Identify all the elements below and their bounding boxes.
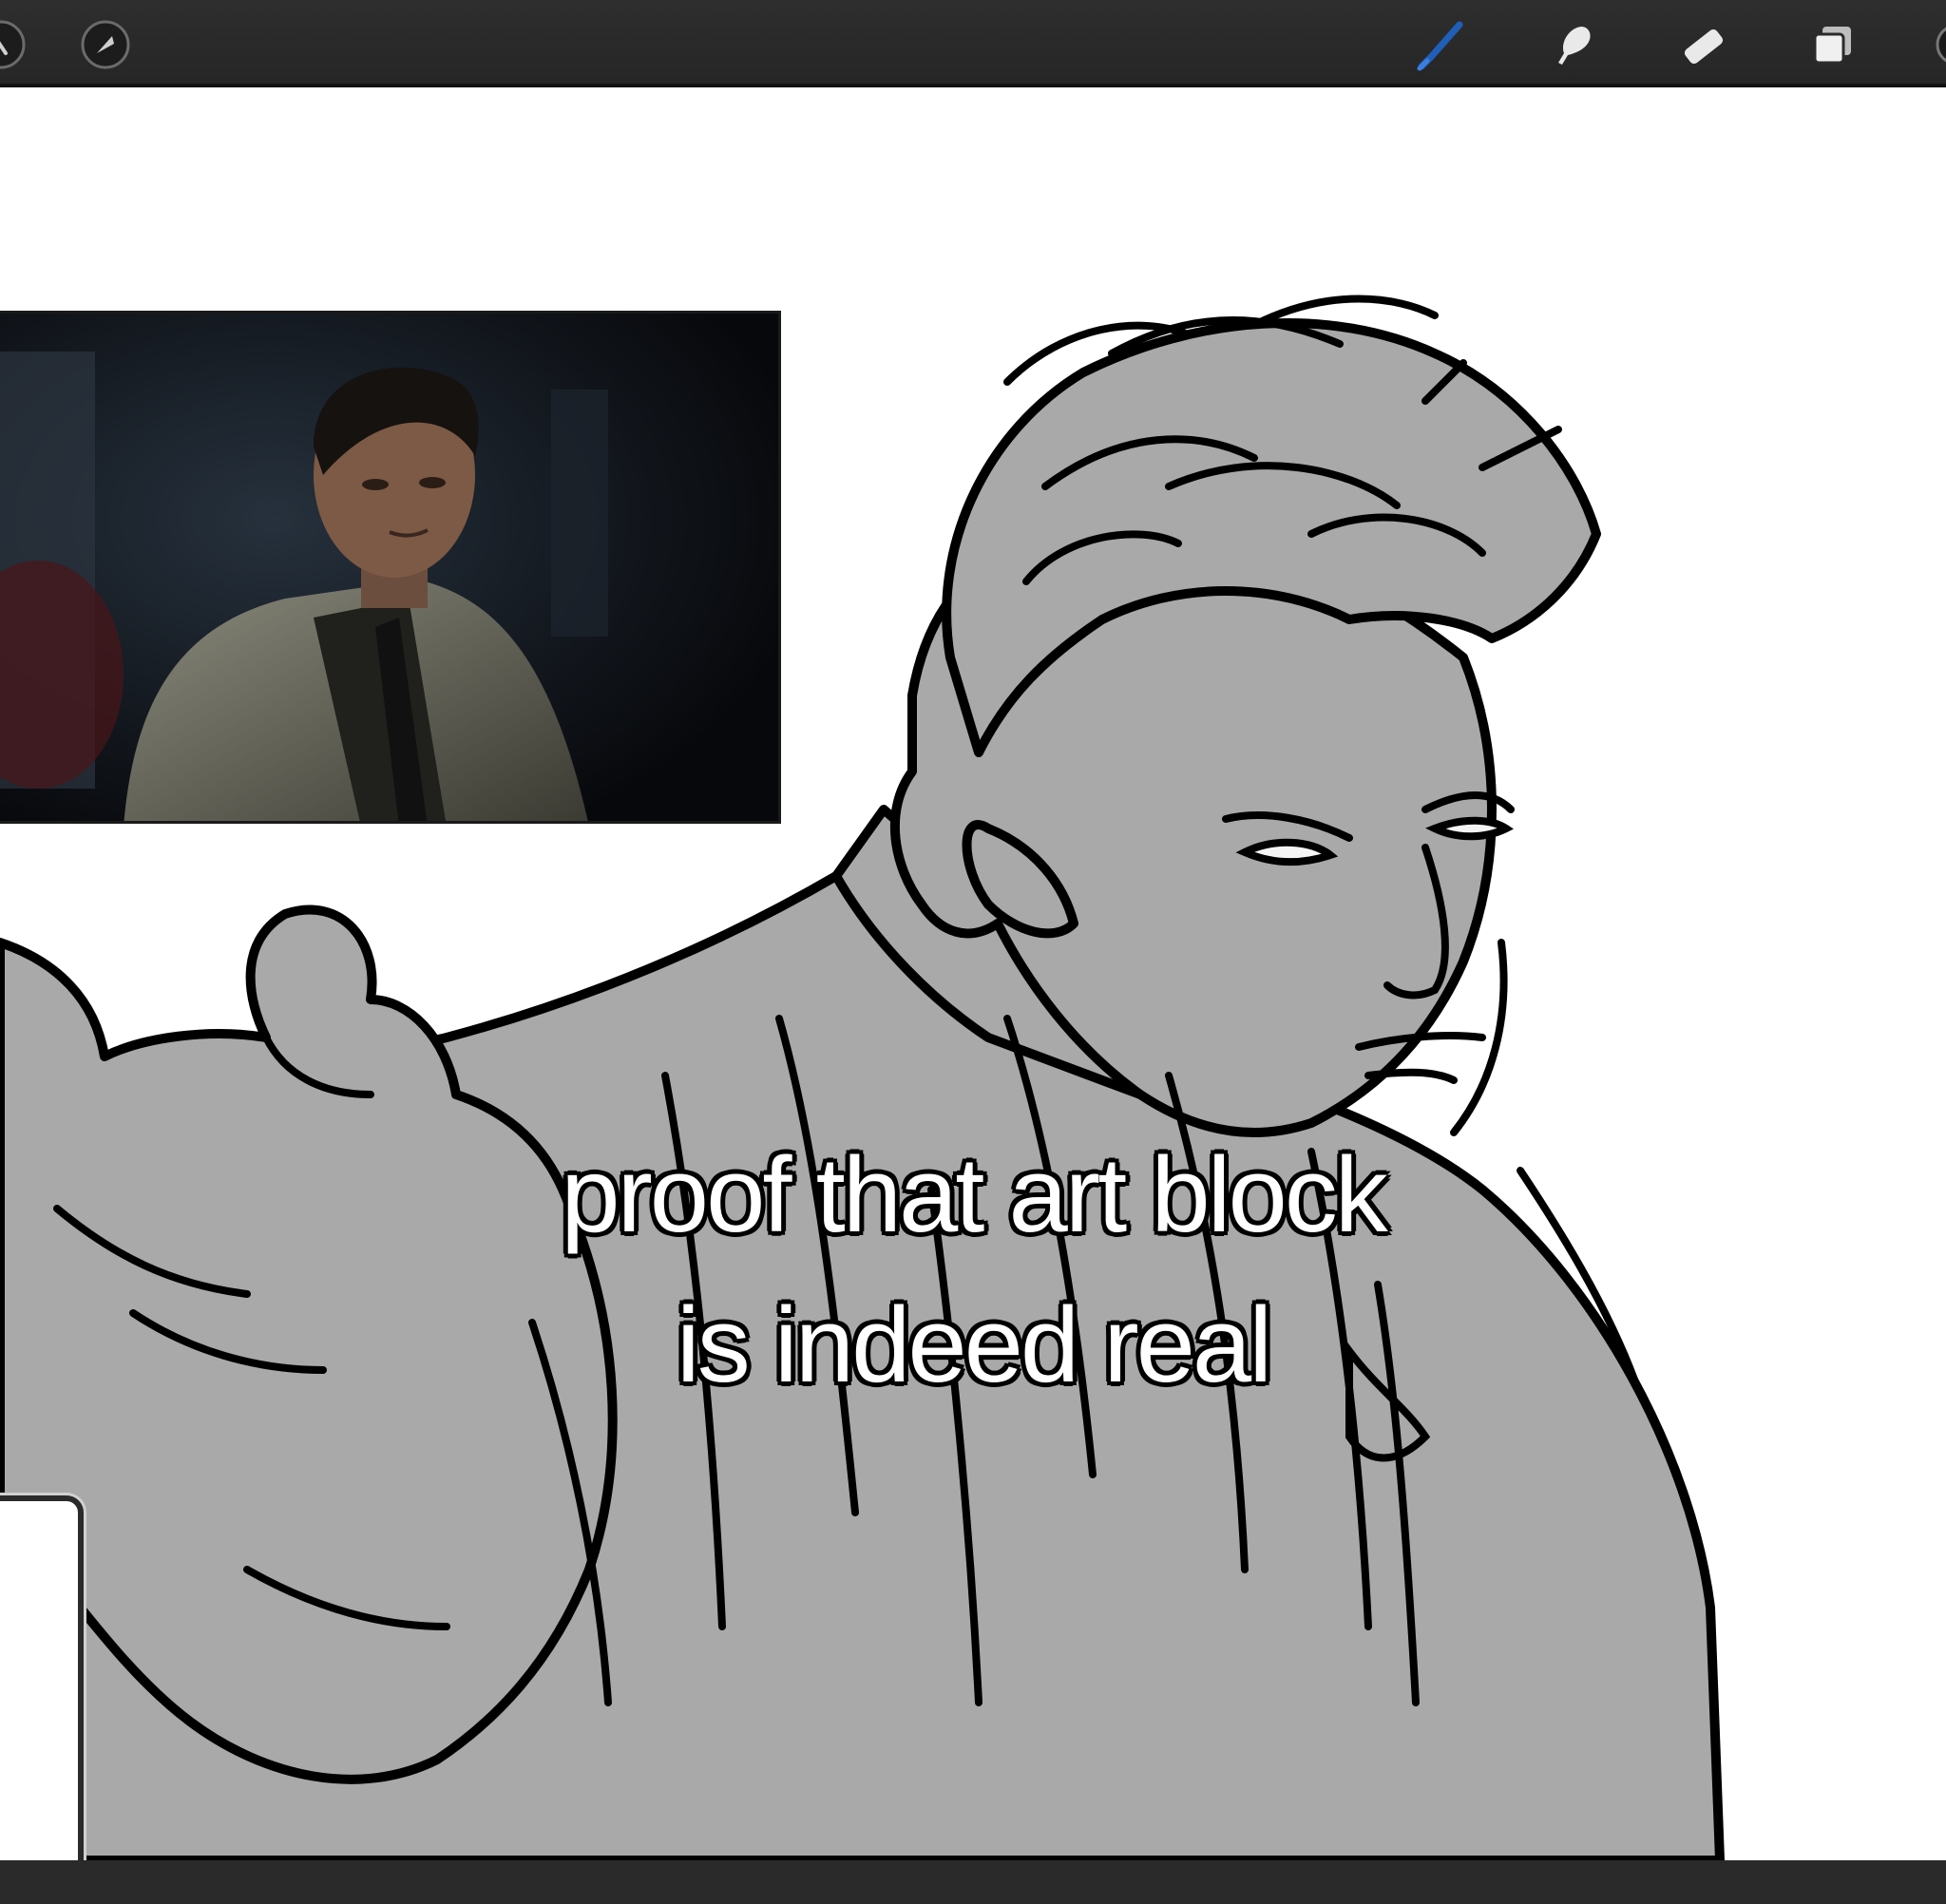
layers-icon xyxy=(1803,15,1862,74)
color-swatch-button[interactable] xyxy=(1917,15,1946,74)
sketch-artwork xyxy=(0,295,1725,1860)
brush-button[interactable] xyxy=(1412,15,1471,74)
eraser-button[interactable] xyxy=(1674,15,1733,74)
caption-line-2: is indeed real xyxy=(676,1285,1272,1404)
brush-icon xyxy=(1412,15,1471,74)
caption-line-1: proof that art block xyxy=(561,1135,1388,1254)
eraser-icon xyxy=(1674,15,1733,74)
smudge-icon xyxy=(1543,15,1602,74)
drawing-canvas[interactable]: proof that art block is indeed real xyxy=(0,87,1946,1860)
modify-button[interactable] xyxy=(0,15,30,74)
modify-icon xyxy=(0,17,29,72)
brush-size-slider-panel[interactable] xyxy=(0,1495,84,1860)
color-swatch-icon xyxy=(1928,15,1946,74)
bottom-bar xyxy=(0,1860,1946,1904)
smudge-button[interactable] xyxy=(1543,15,1602,74)
top-toolbar xyxy=(0,0,1946,87)
layers-button[interactable] xyxy=(1803,15,1862,74)
selection-icon xyxy=(78,17,133,72)
selection-button[interactable] xyxy=(76,15,135,74)
